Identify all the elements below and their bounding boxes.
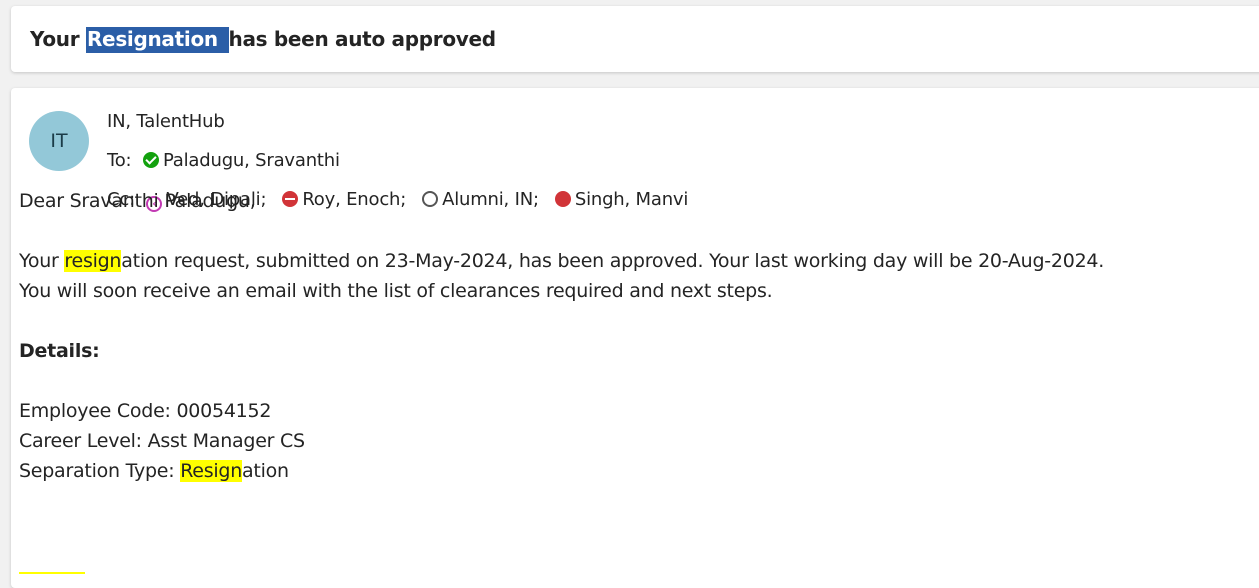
subject-bar: Your Resignation has been auto approved [11,6,1259,72]
separation-type: Separation Type: Resignation [19,456,1239,486]
approval-paragraph: Your resignation request, submitted on 2… [19,246,1239,306]
greeting: Dear Sravanthi Paladugu, [19,190,256,212]
available-icon [142,152,159,168]
approval-line: Your resignation request, submitted on 2… [19,246,1239,276]
to-line: To: Paladugu, Sravanthi [107,150,350,171]
recipient-name: Paladugu, Sravanthi [162,150,340,171]
text-run: Your [19,250,65,272]
search-highlight: resign [64,250,122,272]
highlight-fragment [19,572,85,574]
sender-name[interactable]: IN, TalentHub [107,111,225,132]
to-recipient[interactable]: Paladugu, Sravanthi [137,150,340,171]
message-body: Dear Sravanthi Paladugu, Your resignatio… [19,186,1239,486]
subject-selected-text[interactable]: Resignation [85,27,229,53]
email-subject[interactable]: Your Resignation has been auto approved [30,27,497,53]
text-run: ation request, submitted on 23-May-2024,… [121,250,1105,272]
subject-prefix: Your [30,27,86,51]
to-label: To: [107,150,132,171]
next-steps-line: You will soon receive an email with the … [19,280,773,302]
sender-avatar[interactable]: IT [29,111,89,171]
employee-code: Employee Code: 00054152 [19,400,272,422]
search-highlight: Resign [180,460,243,482]
subject-suffix: has been auto approved [228,27,497,51]
text-run: Separation Type: [19,460,181,482]
text-run: ation [242,460,289,482]
details-heading: Details: [19,340,100,362]
career-level: Career Level: Asst Manager CS [19,430,305,452]
